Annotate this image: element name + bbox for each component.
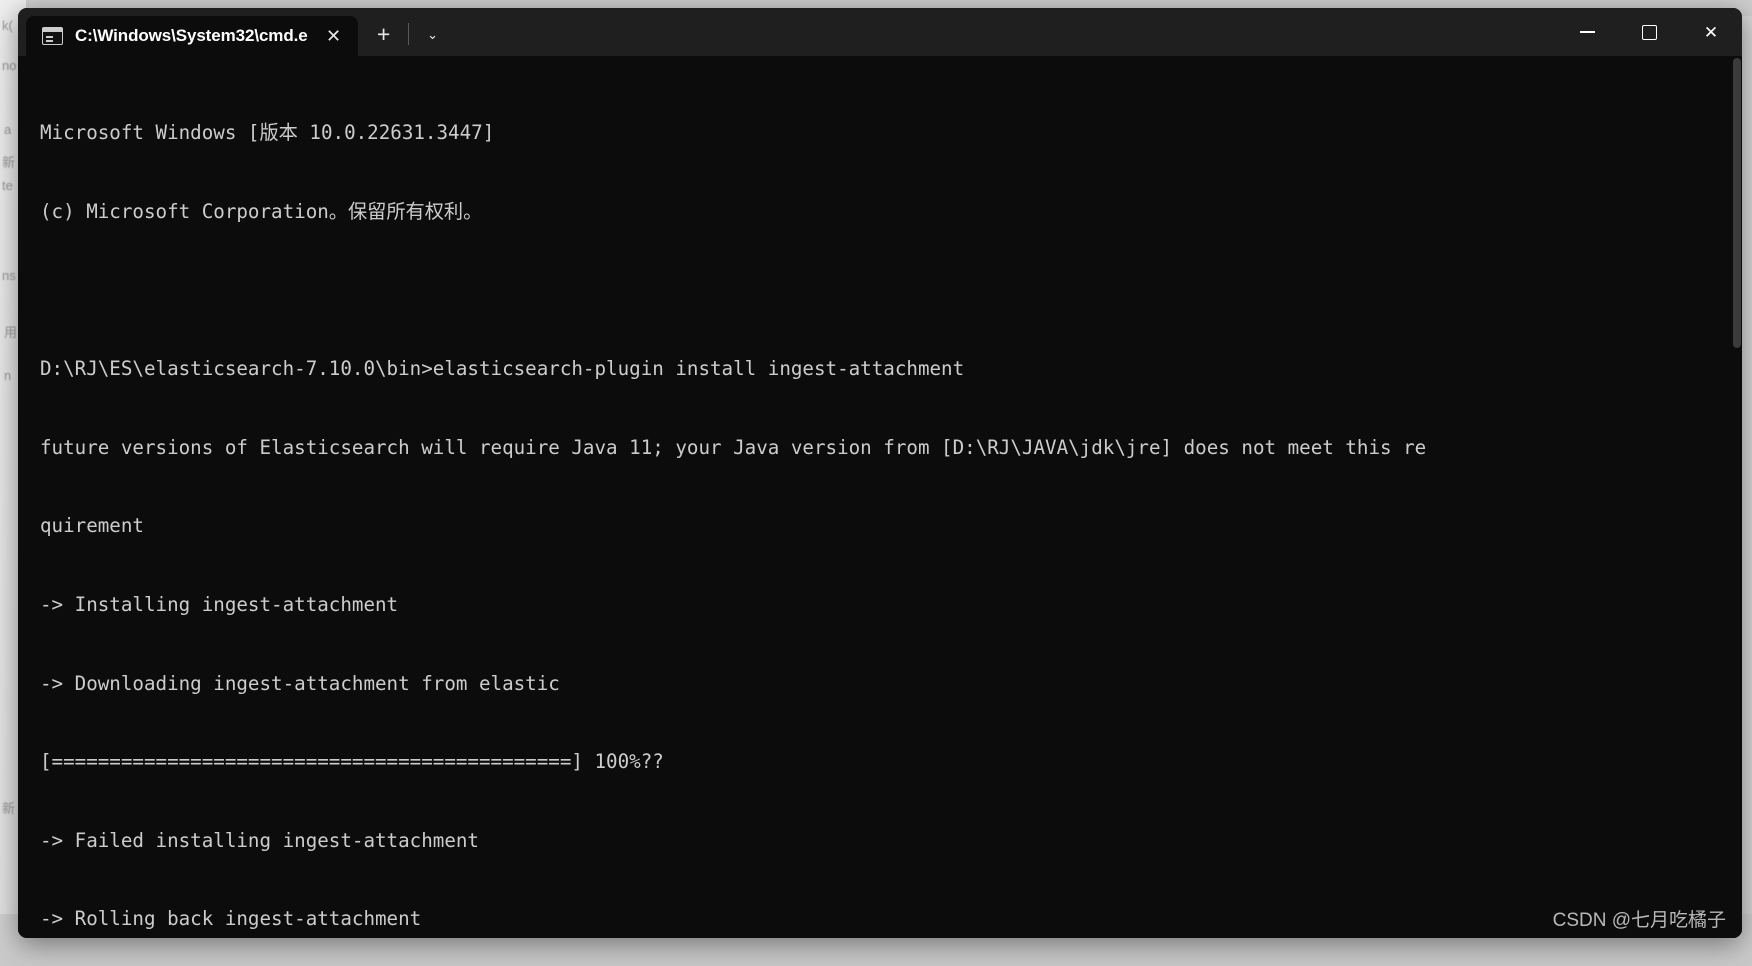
console-icon bbox=[42, 27, 63, 45]
terminal-window: C:\Windows\System32\cmd.e ✕ + ⌄ ✕ Micros… bbox=[18, 8, 1742, 938]
ghost-text-3: 新 bbox=[2, 155, 16, 170]
terminal-output[interactable]: Microsoft Windows [版本 10.0.22631.3447] (… bbox=[18, 56, 1742, 938]
tab-close-icon[interactable]: ✕ bbox=[320, 22, 348, 50]
terminal-line: (c) Microsoft Corporation。保留所有权利。 bbox=[40, 200, 483, 224]
ghost-text-0: k( bbox=[2, 18, 13, 33]
terminal-line: -> Installing ingest-attachment bbox=[40, 593, 399, 617]
ghost-text-7: n bbox=[4, 368, 12, 383]
title-bar[interactable]: C:\Windows\System32\cmd.e ✕ + ⌄ ✕ bbox=[18, 8, 1742, 56]
tab-strip: C:\Windows\System32\cmd.e ✕ + ⌄ bbox=[18, 8, 453, 56]
terminal-body[interactable]: Microsoft Windows [版本 10.0.22631.3447] (… bbox=[18, 56, 1742, 938]
ghost-text-2: a bbox=[4, 122, 12, 137]
tab-separator bbox=[407, 23, 409, 45]
terminal-line: -> Downloading ingest-attachment from el… bbox=[40, 671, 560, 695]
terminal-line: D:\RJ\ES\elasticsearch-7.10.0\bin>elasti… bbox=[40, 357, 965, 381]
terminal-scrollbar[interactable] bbox=[1732, 56, 1742, 938]
terminal-line: future versions of Elasticsearch will re… bbox=[40, 435, 1427, 459]
watermark: CSDN @七月吃橘子 bbox=[1552, 910, 1726, 931]
close-button[interactable]: ✕ bbox=[1680, 8, 1742, 56]
maximize-icon bbox=[1641, 24, 1657, 40]
ghost-text-6: 用 bbox=[4, 325, 18, 340]
tab-cmd[interactable]: C:\Windows\System32\cmd.e ✕ bbox=[26, 16, 358, 56]
terminal-line: -> Rolling back ingest-attachment bbox=[40, 907, 422, 931]
terminal-line: -> Failed installing ingest-attachment bbox=[40, 828, 479, 852]
minimize-icon bbox=[1579, 31, 1595, 33]
new-tab-button[interactable]: + bbox=[364, 14, 404, 54]
ghost-text-8: 新 bbox=[2, 801, 16, 816]
terminal-line: Microsoft Windows [版本 10.0.22631.3447] bbox=[40, 121, 495, 145]
tab-title: C:\Windows\System32\cmd.e bbox=[75, 26, 308, 45]
window-controls: ✕ bbox=[1556, 8, 1742, 56]
ghost-text-5: ns bbox=[2, 268, 16, 283]
minimize-button[interactable] bbox=[1556, 8, 1618, 56]
terminal-scrollbar-thumb[interactable] bbox=[1733, 58, 1741, 348]
terminal-line: [=======================================… bbox=[40, 750, 664, 774]
ghost-text-4: te bbox=[2, 178, 13, 193]
chevron-down-icon[interactable]: ⌄ bbox=[413, 14, 453, 54]
terminal-line: quirement bbox=[40, 514, 144, 538]
maximize-button[interactable] bbox=[1618, 8, 1680, 56]
ghost-text-1: no bbox=[2, 58, 17, 73]
